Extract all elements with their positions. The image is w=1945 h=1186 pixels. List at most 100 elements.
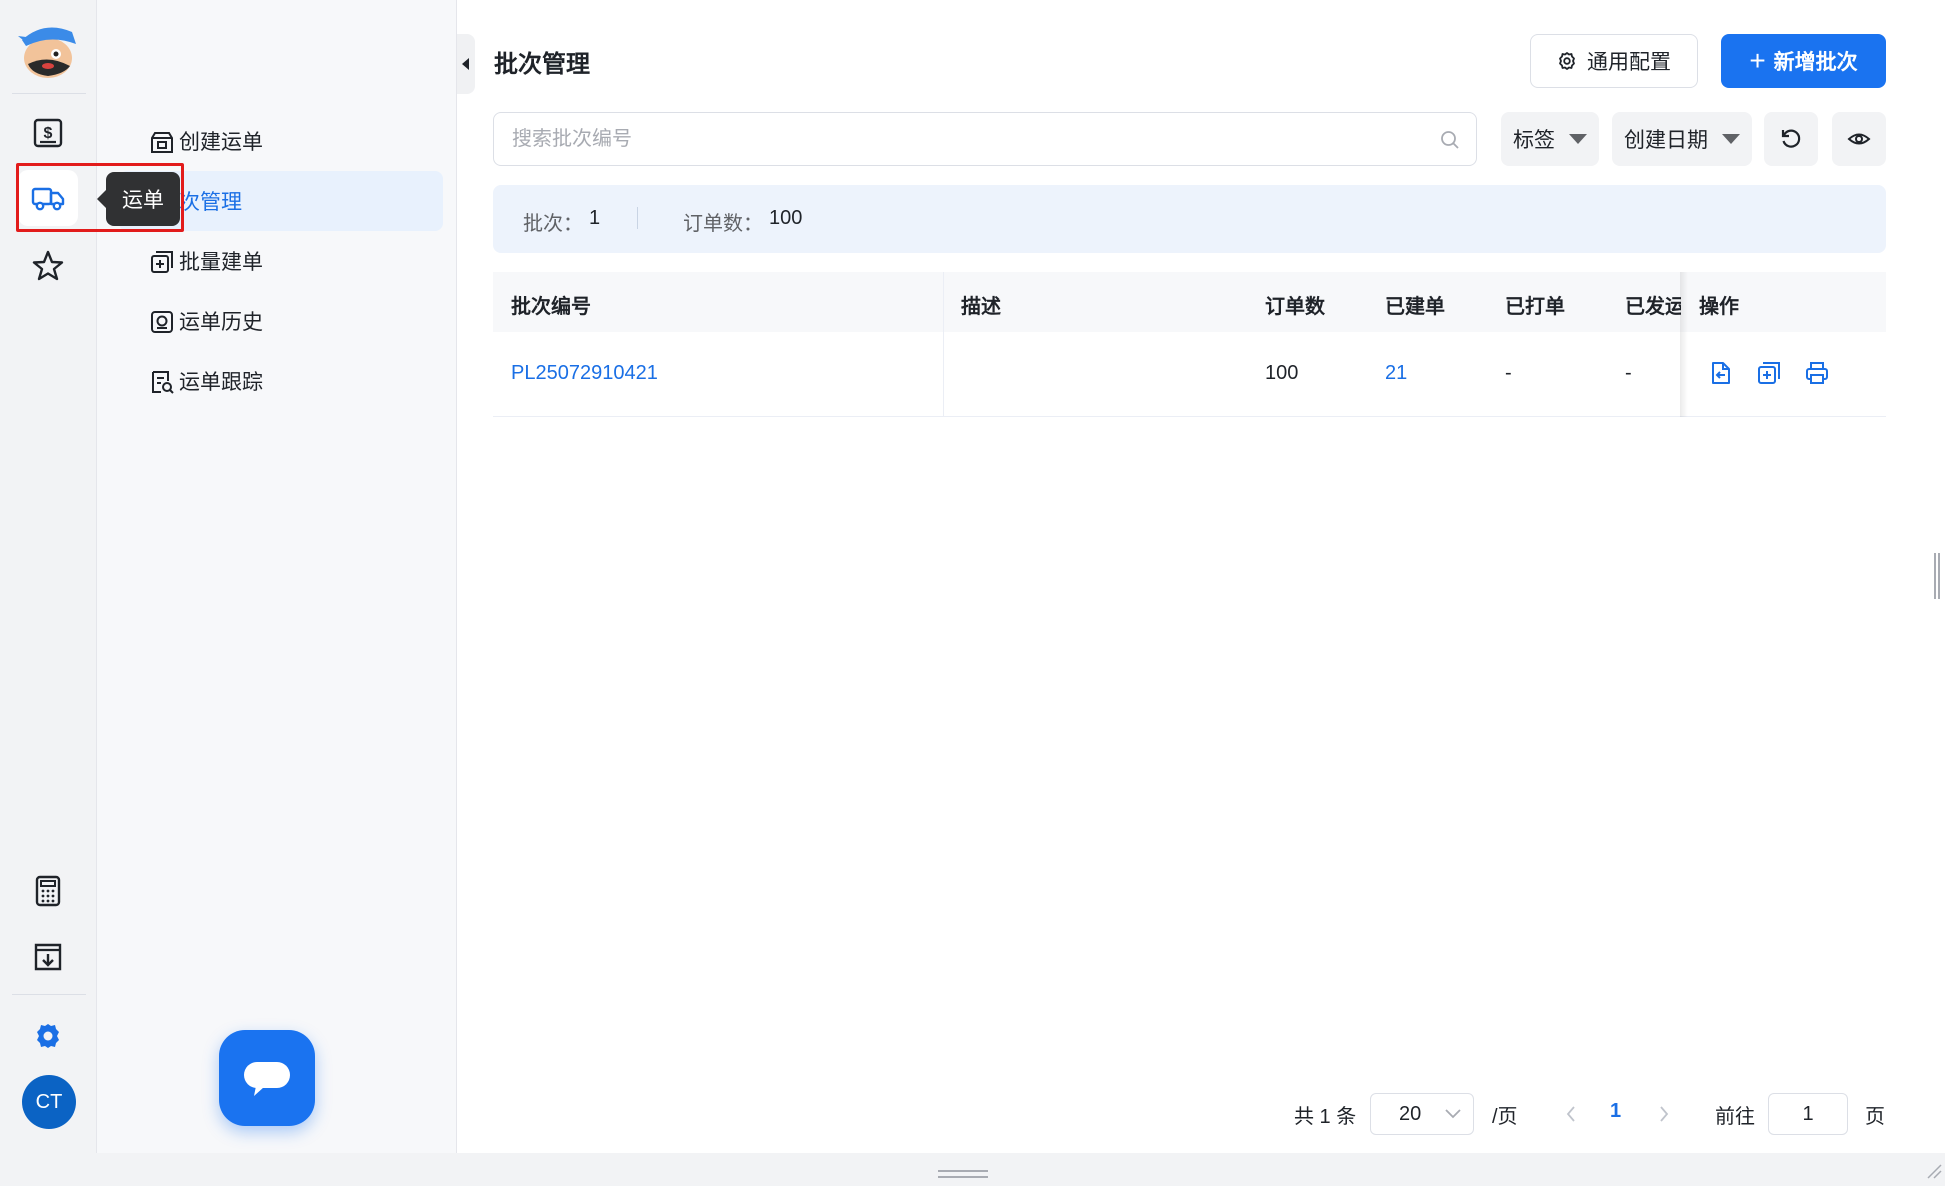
column-header-description: 描述 (961, 296, 1001, 318)
page-suffix-label: 页 (1865, 1105, 1885, 1128)
mascot-logo-icon (18, 27, 76, 78)
goto-page-input[interactable] (1768, 1093, 1848, 1135)
batch-count-stat: 批次： 1 (523, 207, 600, 236)
menu-item-label: 创建运单 (179, 131, 263, 154)
column-divider (943, 272, 944, 417)
resize-corner-icon[interactable] (1926, 1163, 1942, 1179)
star-icon (32, 250, 64, 281)
page-title: 批次管理 (494, 51, 590, 78)
rail-calculator[interactable] (18, 863, 78, 919)
eye-icon (1847, 133, 1871, 145)
stat-divider (637, 207, 638, 229)
menu-item-label: 次管理 (179, 191, 242, 214)
caret-left-icon (462, 58, 469, 70)
order-count-label: 订单数： (683, 213, 763, 235)
rail-favorites[interactable] (18, 238, 78, 294)
billing-icon: $ (33, 118, 63, 148)
batch-count-value: 1 (589, 207, 601, 229)
column-header-batch-no: 批次编号 (511, 296, 591, 318)
column-header-created: 已建单 (1385, 296, 1445, 318)
rail-billing[interactable]: $ (18, 105, 78, 161)
batch-search-input[interactable] (494, 113, 1476, 165)
column-header-orders: 订单数 (1265, 296, 1325, 318)
menu-item-label: 批量建单 (179, 251, 263, 274)
batch-number-link[interactable]: PL25072910421 (511, 362, 658, 385)
per-page-label: /页 (1492, 1105, 1518, 1128)
page-size-select[interactable]: 20 (1370, 1093, 1474, 1135)
gear-icon (37, 1024, 59, 1048)
refresh-icon (1781, 129, 1801, 148)
menu-item-waybill-history[interactable]: 运单历史 (119, 291, 443, 351)
column-visibility-button[interactable] (1832, 112, 1886, 166)
caret-down-icon (1722, 134, 1740, 144)
chevron-left-icon (1566, 1106, 1575, 1122)
order-count-stat: 订单数： 100 (683, 207, 802, 236)
order-count-value: 100 (769, 207, 803, 229)
chat-bubble-icon (244, 1062, 290, 1096)
created-date-filter-dropdown[interactable]: 创建日期 (1612, 112, 1752, 166)
rail-waybill[interactable] (18, 170, 78, 226)
batch-shipped-count: - (1625, 362, 1632, 384)
download-box-icon (34, 943, 62, 971)
printer-icon[interactable] (1804, 360, 1830, 386)
caret-down-icon (1569, 134, 1587, 144)
column-header-printed: 已打单 (1505, 296, 1565, 318)
refresh-button[interactable] (1764, 112, 1818, 166)
main-content: 批次管理 通用配置 + 新增批次 标签 创建日期 (475, 0, 1945, 1153)
chat-support-button[interactable] (219, 1030, 315, 1126)
menu-item-label: 运单跟踪 (179, 371, 263, 394)
history-icon (151, 311, 173, 333)
resize-handle-horizontal[interactable] (938, 1170, 988, 1178)
gear-icon (1559, 52, 1575, 70)
plus-icon: + (1749, 45, 1766, 76)
menu-item-label: 运单历史 (179, 311, 263, 334)
next-page-button[interactable] (1658, 1093, 1670, 1135)
table-row: PL25072910421 100 21 - - (493, 332, 1886, 417)
search-icon[interactable] (1440, 130, 1460, 150)
resize-handle-vertical[interactable] (1934, 553, 1940, 599)
fixed-column-shadow (1680, 272, 1688, 417)
import-file-icon[interactable] (1708, 360, 1734, 386)
icon-rail: $ CT (0, 0, 97, 1153)
menu-item-bulk-create[interactable]: 批量建单 (119, 231, 443, 291)
calculator-icon (35, 875, 61, 907)
batch-created-count-link[interactable]: 21 (1385, 362, 1407, 385)
table-header: 批次编号 描述 订单数 已建单 已打单 已发运 操作 (493, 272, 1886, 332)
truck-icon (31, 187, 65, 211)
rail-divider (12, 994, 86, 995)
current-page-number[interactable]: 1 (1610, 1100, 1621, 1123)
pagination-total: 共 1 条 (1294, 1105, 1357, 1128)
copy-add-icon[interactable] (1756, 360, 1782, 386)
summary-stats-bar: 批次： 1 订单数： 100 (493, 185, 1886, 253)
chevron-right-icon (1660, 1106, 1669, 1122)
user-avatar[interactable]: CT (22, 1075, 76, 1129)
rail-divider (12, 93, 86, 94)
collapse-sidebar-toggle[interactable] (457, 34, 475, 94)
created-date-filter-label: 创建日期 (1624, 129, 1708, 152)
rail-tooltip: 运单 (97, 172, 180, 226)
general-config-button[interactable]: 通用配置 (1530, 34, 1698, 88)
tracking-icon (152, 371, 174, 394)
add-batch-label: 新增批次 (1773, 51, 1858, 74)
batch-order-count: 100 (1265, 362, 1299, 384)
package-icon (151, 132, 173, 153)
menu-item-create-waybill[interactable]: 创建运单 (119, 111, 443, 171)
column-header-actions: 操作 (1699, 296, 1739, 318)
svg-text:$: $ (44, 125, 53, 142)
batch-count-label: 批次： (523, 213, 583, 235)
search-box (493, 112, 1477, 166)
tag-filter-dropdown[interactable]: 标签 (1501, 112, 1599, 166)
bulk-add-icon (151, 251, 173, 273)
menu-item-waybill-tracking[interactable]: 运单跟踪 (119, 351, 443, 411)
tag-filter-label: 标签 (1513, 129, 1555, 152)
prev-page-button[interactable] (1565, 1093, 1577, 1135)
add-batch-button[interactable]: + 新增批次 (1721, 34, 1886, 88)
page-size-value: 20 (1399, 1102, 1422, 1125)
goto-label: 前往 (1715, 1105, 1755, 1128)
general-config-label: 通用配置 (1587, 51, 1671, 74)
app-logo[interactable] (14, 14, 82, 80)
rail-settings[interactable] (18, 1008, 78, 1064)
rail-downloads[interactable] (18, 928, 78, 984)
chevron-down-icon (1445, 1109, 1461, 1119)
batch-printed-count: - (1505, 362, 1512, 384)
